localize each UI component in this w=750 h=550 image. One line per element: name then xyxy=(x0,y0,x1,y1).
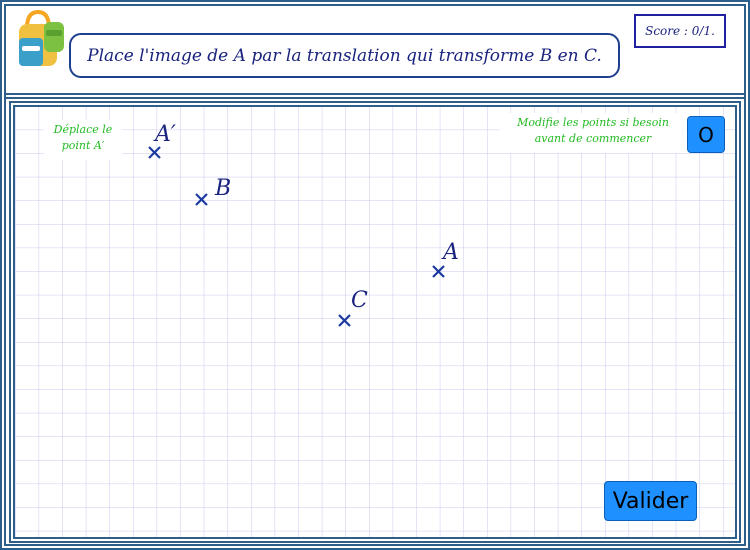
point-a-prime-marker[interactable] xyxy=(148,146,161,159)
point-label-c: C xyxy=(351,288,368,313)
point-label-b: B xyxy=(215,176,232,201)
point-c-marker[interactable] xyxy=(338,314,351,327)
point-b-marker[interactable] xyxy=(195,193,208,206)
point-a-marker[interactable] xyxy=(432,265,445,278)
points-layer xyxy=(148,146,445,327)
point-label-a-prime: A′ xyxy=(155,122,176,147)
point-label-a: A xyxy=(443,240,459,265)
